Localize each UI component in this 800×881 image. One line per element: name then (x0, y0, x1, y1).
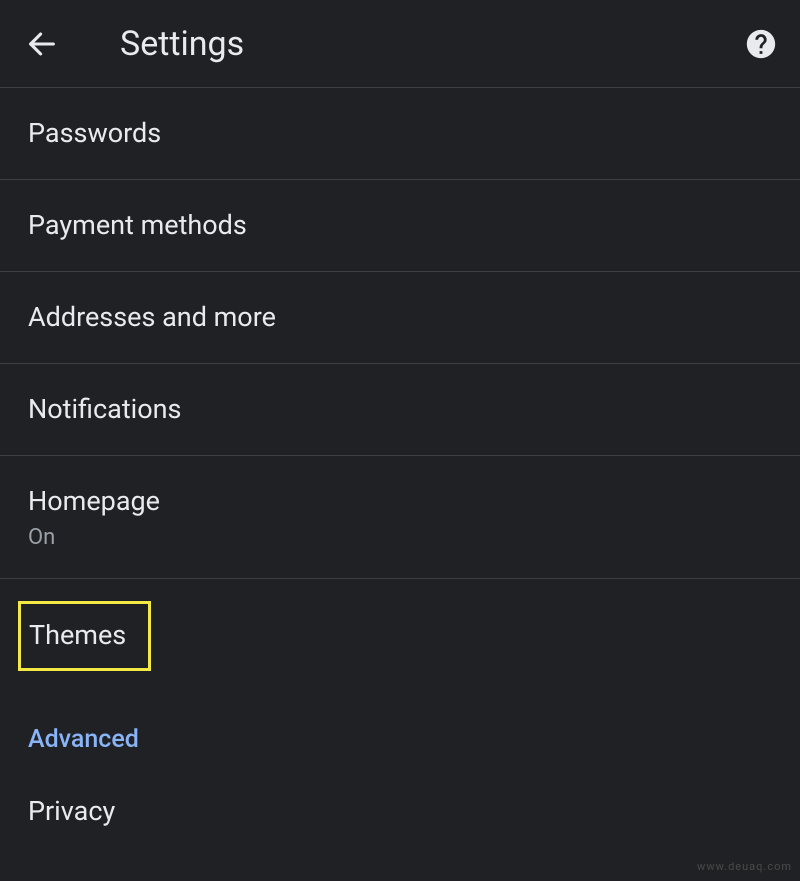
item-status: On (28, 525, 772, 550)
item-label: Notifications (28, 392, 772, 427)
highlight-box: Themes (18, 601, 151, 670)
settings-item-themes[interactable]: Themes (0, 579, 800, 696)
settings-list: Passwords Payment methods Addresses and … (0, 88, 800, 857)
help-button[interactable] (742, 25, 780, 63)
app-header: Settings (0, 0, 800, 88)
settings-item-notifications[interactable]: Notifications (0, 364, 800, 456)
item-label: Themes (29, 618, 126, 653)
item-label: Privacy (28, 794, 772, 829)
settings-item-addresses[interactable]: Addresses and more (0, 272, 800, 364)
item-label: Homepage (28, 484, 772, 519)
settings-item-payment-methods[interactable]: Payment methods (0, 180, 800, 272)
section-header-advanced: Advanced (0, 697, 800, 766)
settings-item-homepage[interactable]: Homepage On (0, 456, 800, 579)
settings-item-privacy[interactable]: Privacy (0, 766, 800, 857)
arrow-back-icon (25, 27, 59, 61)
help-icon (744, 27, 778, 61)
settings-item-passwords[interactable]: Passwords (0, 88, 800, 180)
item-label: Addresses and more (28, 300, 772, 335)
page-title: Settings (120, 24, 244, 64)
item-label: Payment methods (28, 208, 772, 243)
back-button[interactable] (20, 22, 64, 66)
watermark: www.deuaq.com (697, 860, 792, 873)
section-label: Advanced (28, 725, 772, 754)
item-label: Passwords (28, 116, 772, 151)
